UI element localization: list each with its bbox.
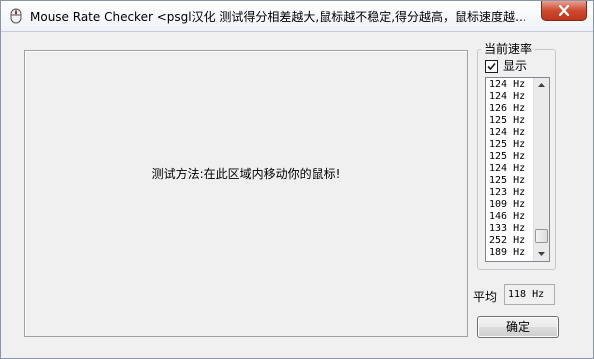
rate-list-item[interactable]: 126 Hz [489, 103, 533, 115]
app-window: Mouse Rate Checker <psgl汉化 测试得分相差越大,鼠标越不… [0, 0, 594, 359]
close-icon [558, 5, 570, 16]
mouse-app-icon [8, 8, 24, 24]
rate-list-item[interactable]: 125 Hz [489, 175, 533, 187]
arrow-down-icon [538, 252, 545, 256]
show-label[interactable]: 显示 [503, 59, 527, 74]
rate-list-item[interactable]: 124 Hz [489, 127, 533, 139]
rate-list-item[interactable]: 124 Hz [489, 163, 533, 175]
scroll-down-button[interactable] [534, 247, 549, 261]
scroll-thumb[interactable] [535, 229, 548, 243]
mouse-test-area[interactable]: 测试方法:在此区域内移动你的鼠标! [24, 50, 468, 337]
current-rate-legend: 当前速率 [481, 41, 536, 57]
rate-list-item[interactable]: 124 Hz [489, 79, 533, 91]
title-bar[interactable]: Mouse Rate Checker <psgl汉化 测试得分相差越大,鼠标越不… [1, 1, 593, 32]
scroll-up-button[interactable] [534, 78, 549, 92]
rate-list-item[interactable]: 133 Hz [489, 223, 533, 235]
rate-list-item[interactable]: 125 Hz [489, 151, 533, 163]
test-instruction: 测试方法:在此区域内移动你的鼠标! [151, 167, 341, 181]
rate-list-item[interactable]: 146 Hz [489, 211, 533, 223]
arrow-up-icon [538, 83, 545, 87]
checkmark-icon [487, 62, 496, 71]
rate-list-item[interactable]: 124 Hz [489, 91, 533, 103]
window-title: Mouse Rate Checker <psgl汉化 测试得分相差越大,鼠标越不… [30, 10, 525, 24]
rate-list[interactable]: 124 Hz 124 Hz 126 Hz 125 Hz 124 Hz 125 Hz 125 … [485, 77, 550, 262]
rate-items: 124 Hz 124 Hz 126 Hz 125 Hz 124 Hz 125 Hz 125 … [489, 79, 533, 259]
rate-list-scrollbar[interactable] [533, 78, 549, 261]
rate-list-item[interactable]: 125 Hz [489, 139, 533, 151]
average-value-field: 118 Hz [504, 284, 555, 305]
average-label: 平均 [473, 290, 498, 304]
ok-button[interactable]: 确定 [477, 316, 559, 338]
rate-list-item[interactable]: 189 Hz [489, 247, 533, 259]
rate-list-item[interactable]: 109 Hz [489, 199, 533, 211]
rate-list-item[interactable]: 125 Hz [489, 115, 533, 127]
show-checkbox[interactable] [485, 60, 498, 73]
rate-list-item[interactable]: 252 Hz [489, 235, 533, 247]
close-button[interactable] [541, 1, 587, 21]
rate-list-item[interactable]: 123 Hz [489, 187, 533, 199]
